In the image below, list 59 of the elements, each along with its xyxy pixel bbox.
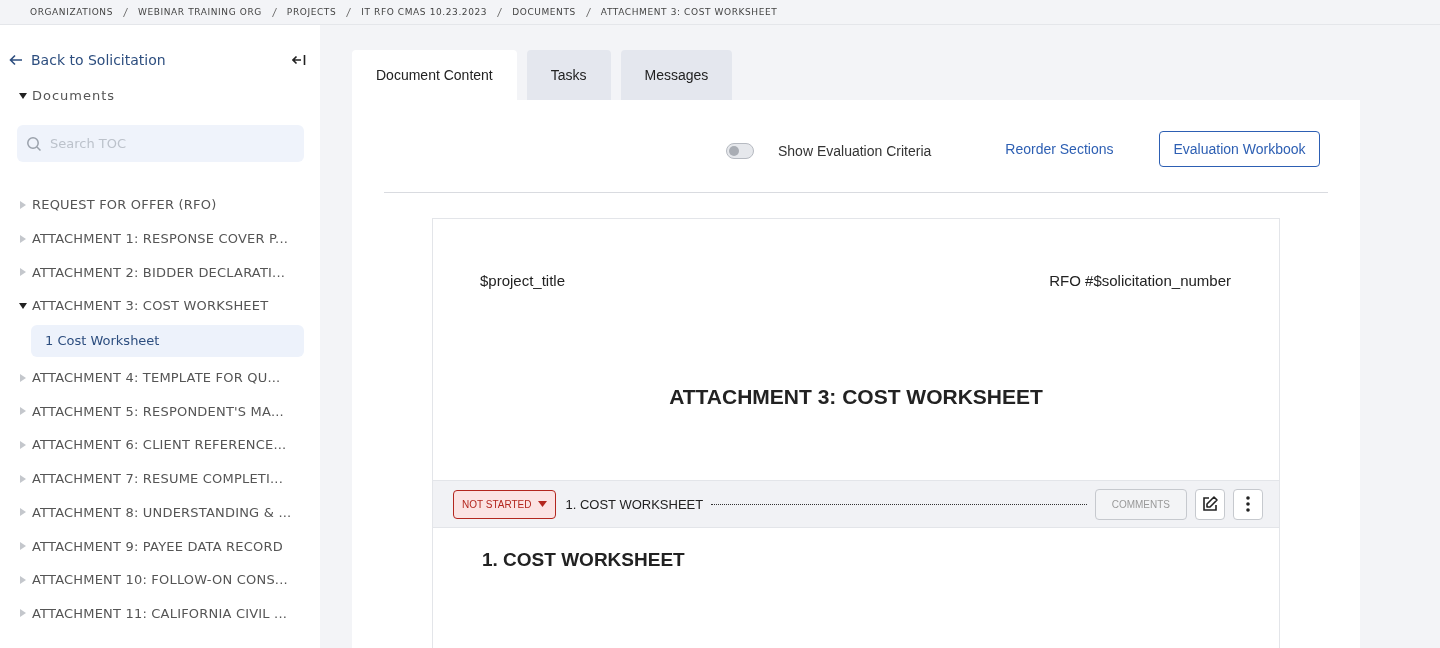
triangle-icon [19, 542, 27, 551]
documents-section-toggle[interactable]: Documents [19, 88, 304, 103]
triangle-icon [19, 575, 27, 584]
triangle-icon [19, 91, 27, 100]
toc-item[interactable]: ATTACHMENT 3: COST WORKSHEET [19, 289, 304, 323]
more-vertical-icon [1246, 496, 1250, 512]
section-heading: 1. COST WORKSHEET [482, 549, 686, 571]
toc-item[interactable]: ATTACHMENT 8: UNDERSTANDING & ... [19, 495, 304, 530]
edit-icon [1201, 495, 1219, 513]
toc-item[interactable]: ATTACHMENT 7: RESUME COMPLETI... [19, 461, 304, 496]
caret-icon [538, 501, 548, 507]
breadcrumb-link[interactable]: IT RFO CMAS 10.23.2023 [361, 7, 488, 17]
triangle-icon [19, 200, 27, 209]
arrow-left-icon [9, 54, 23, 66]
reorder-sections-link[interactable]: Reorder Sections [1005, 141, 1114, 157]
triangle-icon [19, 440, 27, 449]
evaluation-workbook-button[interactable]: Evaluation Workbook [1159, 131, 1320, 167]
slash-separator-icon [497, 7, 503, 17]
breadcrumb-link[interactable]: DOCUMENTS [512, 7, 576, 17]
collapse-sidebar-icon[interactable] [292, 54, 306, 66]
toc-item[interactable]: REQUEST FOR OFFER (RFO) [19, 188, 304, 222]
triangle-icon [19, 234, 27, 243]
breadcrumb-link[interactable]: ORGANIZATIONS [30, 7, 113, 17]
back-link[interactable]: Back to Solicitation [9, 52, 166, 68]
tab[interactable]: Document Content [352, 50, 517, 100]
toc-subitem[interactable]: 1 Cost Worksheet [31, 324, 304, 357]
more-options-button[interactable] [1233, 488, 1263, 520]
header-text: $project_title [480, 272, 566, 289]
toc-item[interactable]: ATTACHMENT 6: CLIENT REFERENCE... [19, 428, 304, 462]
triangle-icon [19, 268, 27, 277]
breadcrumb-link[interactable]: WEBINAR TRAINING ORG [137, 7, 262, 17]
breadcrumb-link[interactable]: ATTACHMENT 3: COST WORKSHEET [600, 7, 778, 17]
slash-separator-icon [271, 7, 277, 17]
document-title: ATTACHMENT 3: COST WORKSHEET [668, 385, 1044, 409]
toggle-label: Show Evaluation Criteria [778, 143, 932, 159]
section-title: 1. COST WORKSHEET [565, 496, 704, 512]
toc-item[interactable]: ATTACHMENT 11: CALIFORNIA CIVIL ... [19, 596, 304, 631]
edit-button[interactable] [1195, 488, 1225, 520]
toc-item[interactable]: ATTACHMENT 1: RESPONSE COVER P... [19, 221, 304, 256]
slash-separator-icon [122, 7, 128, 17]
slash-separator-icon [346, 7, 352, 17]
toc-item[interactable]: ATTACHMENT 9: PAYEE DATA RECORD [19, 529, 304, 563]
toc-item[interactable]: ATTACHMENT 10: FOLLOW-ON CONS... [19, 562, 304, 597]
breadcrumb-link[interactable]: PROJECTS [286, 7, 337, 17]
toggle-switch[interactable] [726, 143, 754, 159]
triangle-icon [19, 373, 27, 382]
tab[interactable]: Messages [620, 50, 733, 100]
triangle-icon [19, 508, 27, 517]
header-text: RFO #$solicitation_number [1049, 272, 1231, 289]
triangle-icon [19, 609, 27, 618]
slash-separator-icon [585, 7, 591, 17]
triangle-icon [19, 474, 27, 483]
toc-item[interactable]: ATTACHMENT 5: RESPONDENT'S MA... [19, 394, 304, 429]
toc-item[interactable]: ATTACHMENT 4: TEMPLATE FOR QU... [19, 360, 304, 395]
triangle-icon [19, 301, 27, 310]
triangle-icon [19, 407, 27, 416]
tab[interactable]: Tasks [526, 50, 611, 100]
toc-item[interactable]: ATTACHMENT 2: BIDDER DECLARATI... [19, 255, 304, 290]
status-dropdown[interactable]: NOT STARTED [453, 489, 557, 519]
